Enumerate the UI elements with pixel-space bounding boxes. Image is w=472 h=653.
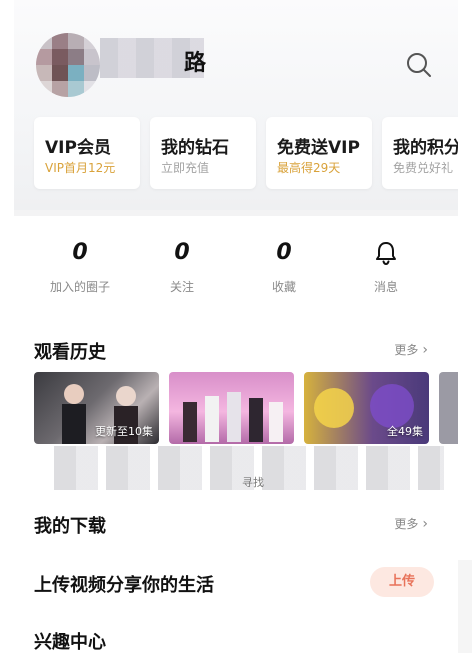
stat-label: 收藏	[271, 280, 296, 294]
card-subtitle: 最高得29天	[277, 161, 341, 175]
history-list: 更新至10集 全49集	[34, 372, 458, 444]
chevron-right-icon: ›	[422, 342, 428, 358]
stat-circles[interactable]: 0 加入的圈子	[30, 240, 130, 295]
stats-row: 0 加入的圈子 0 关注 0 收藏 消息	[14, 240, 458, 310]
card-subtitle: 免费兑好礼	[393, 161, 454, 175]
interest-title[interactable]: 兴趣中心	[34, 628, 106, 653]
card-title: VIP会员	[45, 138, 111, 158]
downloads-title[interactable]: 我的下载	[34, 512, 106, 538]
avatar[interactable]	[36, 33, 100, 97]
stat-label: 关注	[169, 280, 194, 294]
history-item[interactable]	[169, 372, 294, 444]
stat-label: 消息	[373, 280, 398, 294]
stat-label: 加入的圈子	[49, 280, 110, 294]
history-item[interactable]: 更新至10集	[34, 372, 159, 444]
username-suffix: 路	[184, 51, 207, 76]
episode-badge: 更新至10集	[95, 425, 153, 438]
episode-badge: 全49集	[387, 425, 423, 438]
more-label: 更多	[394, 517, 419, 531]
upload-button[interactable]: 上传	[370, 567, 434, 597]
history-more-link[interactable]: 更多 ›	[394, 341, 428, 358]
card-title: 免费送VIP	[277, 138, 360, 158]
upload-title: 上传视频分享你的生活	[34, 575, 214, 596]
profile-header: 路 VIP会员 VIP首月12元 我的钻石 立即充值 免费送VIP 最高得29天…	[14, 0, 458, 210]
divider	[14, 210, 458, 216]
thumbnail-art	[183, 392, 283, 442]
history-item[interactable]: 全49集	[304, 372, 429, 444]
bell-icon	[336, 240, 436, 268]
stat-value: 0	[72, 240, 88, 265]
card-diamond[interactable]: 我的钻石 立即充值	[150, 117, 256, 189]
stat-value: 0	[174, 240, 190, 265]
card-title: 我的钻石	[161, 138, 229, 158]
history-caption-fragment: 寻找	[242, 476, 264, 489]
stat-follow[interactable]: 0 关注	[132, 240, 232, 295]
card-subtitle: 立即充值	[161, 161, 210, 175]
stat-messages[interactable]: 消息	[336, 240, 436, 295]
history-item-partial[interactable]	[439, 372, 458, 444]
scroll-edge	[458, 560, 472, 653]
card-points[interactable]: 我的积分 免费兑好礼	[382, 117, 458, 189]
profile-page: 路 VIP会员 VIP首月12元 我的钻石 立即充值 免费送VIP 最高得29天…	[14, 0, 458, 653]
card-vip[interactable]: VIP会员 VIP首月12元	[34, 117, 140, 189]
chevron-right-icon: ›	[422, 516, 428, 532]
card-subtitle: VIP首月12元	[45, 161, 116, 175]
card-title: 我的积分	[393, 138, 458, 158]
search-icon[interactable]	[404, 50, 434, 80]
downloads-more-link[interactable]: 更多 ›	[394, 515, 428, 532]
card-free-vip[interactable]: 免费送VIP 最高得29天	[266, 117, 372, 189]
stat-value: 0	[276, 240, 292, 265]
stat-favorites[interactable]: 0 收藏	[234, 240, 334, 295]
history-title: 观看历史	[34, 342, 106, 363]
promo-cards: VIP会员 VIP首月12元 我的钻石 立即充值 免费送VIP 最高得29天 我…	[34, 117, 458, 189]
more-label: 更多	[394, 343, 419, 357]
